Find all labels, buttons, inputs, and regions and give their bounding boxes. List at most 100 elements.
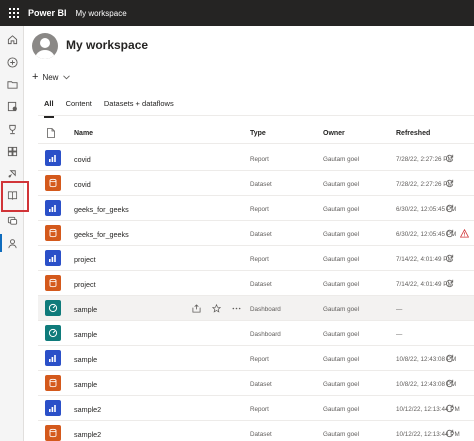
- table-row[interactable]: geeks_for_geeks Report Gautam goel 6/30/22,…: [38, 196, 474, 221]
- refresh-icon[interactable]: [445, 179, 454, 188]
- item-owner: Gautam goel: [323, 431, 360, 438]
- refresh-icon[interactable]: [445, 404, 454, 413]
- item-name[interactable]: sample2: [74, 430, 101, 439]
- apps-icon[interactable]: [4, 143, 20, 159]
- item-name[interactable]: sample: [74, 380, 97, 389]
- home-icon[interactable]: [4, 31, 20, 47]
- item-name[interactable]: sample: [74, 305, 97, 314]
- item-name[interactable]: geeks_for_geeks: [74, 230, 129, 239]
- item-name[interactable]: project: [74, 280, 96, 289]
- item-owner: Gautam goel: [323, 256, 360, 263]
- refresh-icon[interactable]: [445, 354, 454, 363]
- item-type: Dataset: [250, 381, 272, 388]
- item-type: Dashboard: [250, 306, 281, 313]
- goals-icon[interactable]: [4, 121, 20, 137]
- left-nav-rail: [0, 26, 24, 441]
- workspaces-icon[interactable]: [4, 212, 20, 228]
- browse-icon[interactable]: [4, 76, 20, 92]
- dataset-icon: [45, 375, 61, 391]
- item-type: Report: [250, 356, 269, 363]
- main-content: My workspace + New All Content Datasets …: [24, 26, 474, 441]
- chevron-down-icon: [63, 73, 71, 82]
- breadcrumb[interactable]: My workspace: [76, 9, 127, 18]
- new-button[interactable]: + New: [32, 70, 71, 84]
- item-owner: Gautam goel: [323, 406, 360, 413]
- file-type-icon: [47, 128, 55, 140]
- workspace-avatar: [32, 33, 58, 59]
- refresh-icon[interactable]: [445, 429, 454, 438]
- refresh-icon[interactable]: [445, 229, 454, 238]
- table-row[interactable]: sample Dashboard Gautam goel —: [38, 321, 474, 346]
- report-icon: [45, 200, 61, 216]
- column-header-refreshed[interactable]: Refreshed: [396, 130, 430, 137]
- item-owner: Gautam goel: [323, 181, 360, 188]
- column-header-type[interactable]: Type: [250, 130, 266, 137]
- item-owner: Gautam goel: [323, 156, 360, 163]
- item-name[interactable]: project: [74, 255, 96, 264]
- item-refreshed: —: [396, 306, 403, 313]
- data-hub-icon[interactable]: [4, 98, 20, 114]
- top-bar: Power BI My workspace: [0, 0, 474, 26]
- item-type: Dataset: [250, 281, 272, 288]
- dataset-icon: [45, 275, 61, 291]
- item-owner: Gautam goel: [323, 281, 360, 288]
- dataset-icon: [45, 425, 61, 441]
- item-type: Dashboard: [250, 331, 281, 338]
- item-name[interactable]: geeks_for_geeks: [74, 205, 129, 214]
- item-type: Dataset: [250, 431, 272, 438]
- item-type: Dataset: [250, 181, 272, 188]
- row-actions: [190, 302, 242, 314]
- my-workspace-icon[interactable]: [4, 235, 20, 251]
- item-refreshed: —: [396, 331, 403, 338]
- table-row[interactable]: sample Dashboard Gautam goel —: [38, 296, 474, 321]
- item-name[interactable]: sample: [74, 355, 97, 364]
- deployment-pipelines-icon[interactable]: [4, 165, 20, 181]
- report-icon: [45, 150, 61, 166]
- table-row[interactable]: sample2 Dataset Gautam goel 10/12/22, 12:13…: [38, 421, 474, 441]
- item-type: Dataset: [250, 231, 272, 238]
- warning-icon[interactable]: [459, 228, 470, 238]
- table-row[interactable]: sample2 Report Gautam goel 10/12/22, 12:13:…: [38, 396, 474, 421]
- column-header-owner[interactable]: Owner: [323, 130, 345, 137]
- table-row[interactable]: covid Report Gautam goel 7/28/22, 2:27:26 P…: [38, 146, 474, 171]
- tab-all[interactable]: All: [44, 99, 54, 118]
- table-row[interactable]: project Dataset Gautam goel 7/14/22, 4:01:4…: [38, 271, 474, 296]
- filter-tabs: All Content Datasets + dataflows: [44, 99, 186, 118]
- item-type: Report: [250, 156, 269, 163]
- item-name[interactable]: sample: [74, 330, 97, 339]
- item-type: Report: [250, 206, 269, 213]
- tab-content[interactable]: Content: [66, 99, 92, 113]
- refresh-icon[interactable]: [445, 254, 454, 263]
- dashboard-icon: [45, 325, 61, 341]
- item-owner: Gautam goel: [323, 306, 360, 313]
- share-icon[interactable]: [190, 302, 202, 314]
- more-options-icon[interactable]: [230, 302, 242, 314]
- item-owner: Gautam goel: [323, 206, 360, 213]
- app-launcher-icon[interactable]: [0, 0, 28, 26]
- item-owner: Gautam goel: [323, 356, 360, 363]
- tab-datasets-dataflows[interactable]: Datasets + dataflows: [104, 99, 174, 113]
- create-icon[interactable]: [4, 54, 20, 70]
- table-row[interactable]: sample Report Gautam goel 10/8/22, 12:43:08…: [38, 346, 474, 371]
- table-row[interactable]: covid Dataset Gautam goel 7/28/22, 2:27:26 …: [38, 171, 474, 196]
- item-name[interactable]: covid: [74, 155, 91, 164]
- refresh-icon[interactable]: [445, 154, 454, 163]
- item-name[interactable]: sample2: [74, 405, 101, 414]
- table-header: Name Type Owner Refreshed: [38, 122, 474, 144]
- refresh-icon[interactable]: [445, 204, 454, 213]
- column-header-name[interactable]: Name: [74, 130, 93, 137]
- table-row[interactable]: sample Dataset Gautam goel 10/8/22, 12:43:0…: [38, 371, 474, 396]
- refresh-icon[interactable]: [445, 279, 454, 288]
- item-owner: Gautam goel: [323, 231, 360, 238]
- refresh-icon[interactable]: [445, 379, 454, 388]
- item-type: Report: [250, 256, 269, 263]
- table-row[interactable]: geeks_for_geeks Dataset Gautam goel 6/30/22…: [38, 221, 474, 246]
- page-title: My workspace: [66, 38, 149, 52]
- report-icon: [45, 350, 61, 366]
- dataset-icon: [45, 175, 61, 191]
- app-title[interactable]: Power BI: [28, 8, 67, 18]
- item-name[interactable]: covid: [74, 180, 91, 189]
- table-row[interactable]: project Report Gautam goel 7/14/22, 4:01:49…: [38, 246, 474, 271]
- plus-icon: +: [32, 71, 39, 83]
- favorite-star-icon[interactable]: [210, 302, 222, 314]
